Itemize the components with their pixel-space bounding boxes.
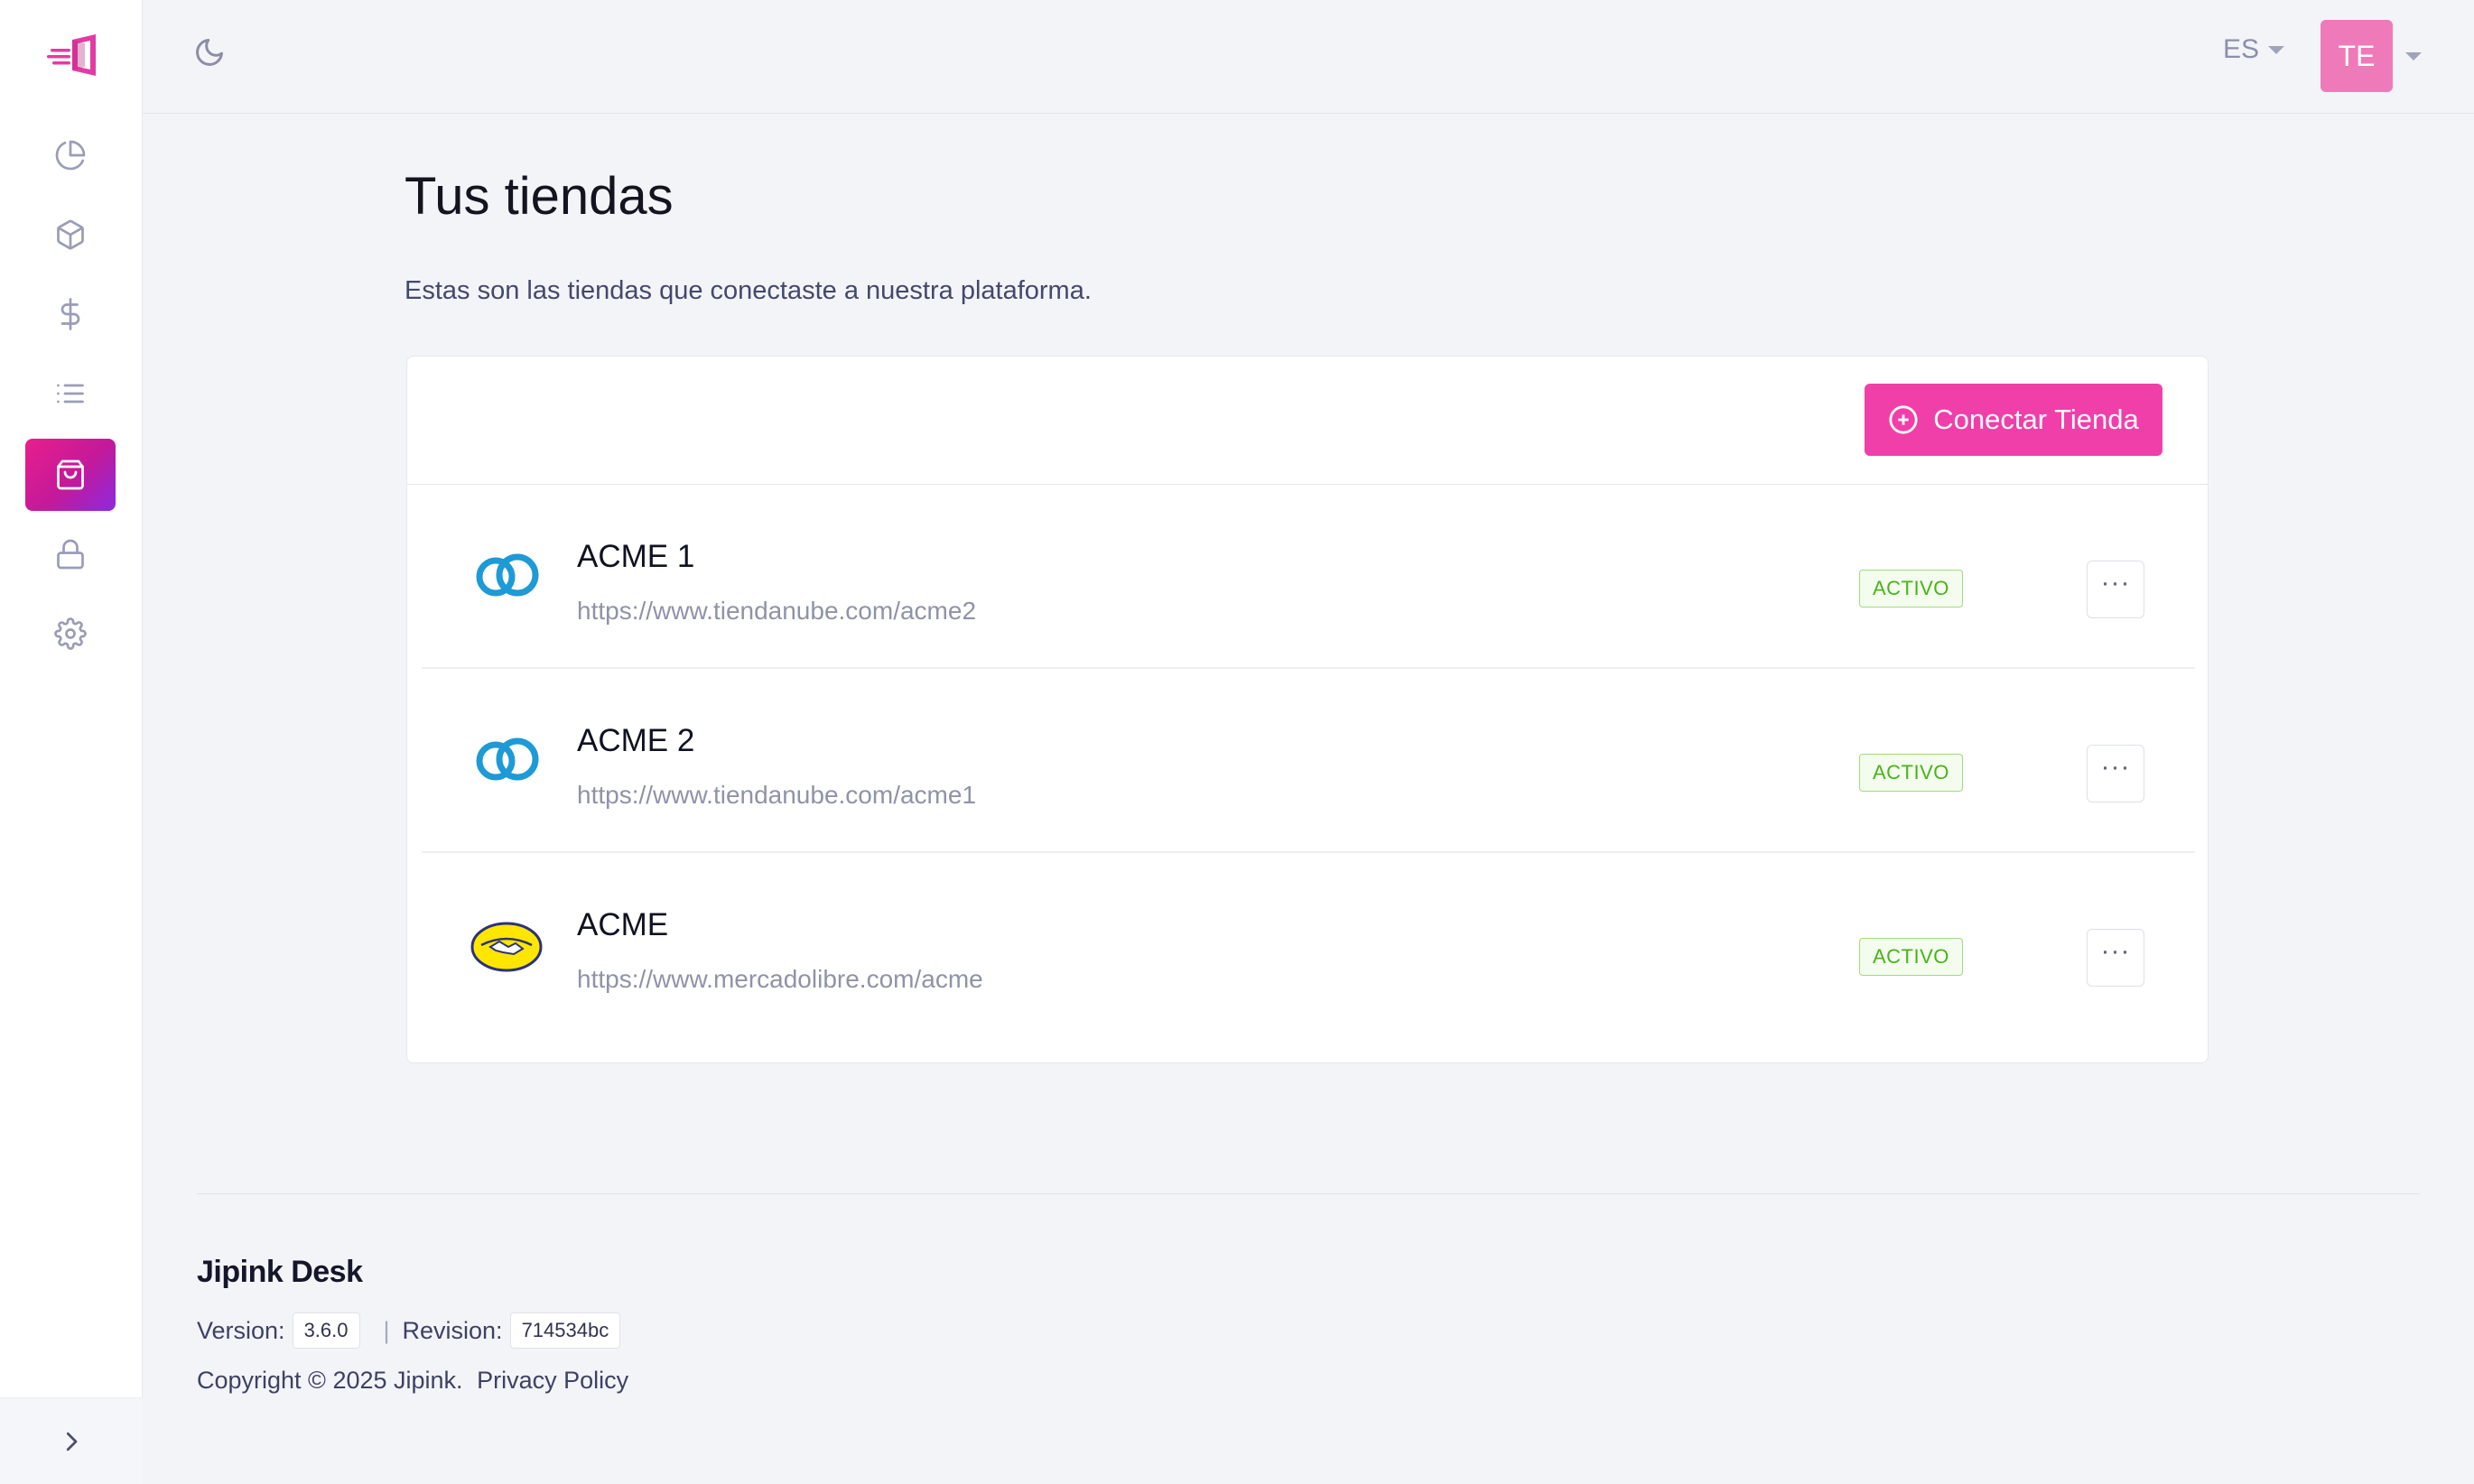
user-menu[interactable]: TE [2321,20,2422,92]
footer-brand: Jipink Desk [197,1255,363,1289]
sidebar-item-security[interactable] [25,518,116,590]
chevron-down-icon [2268,45,2284,54]
list-icon [57,384,84,403]
copyright-text: Copyright © 2025 Jipink. [197,1367,463,1394]
sidebar-item-settings[interactable] [25,598,116,670]
language-selector[interactable]: ES [2223,34,2284,65]
status-badge: ACTIVO [1859,570,1963,608]
revision-label: Revision: [402,1316,503,1344]
sidebar-item-orders[interactable] [25,357,116,430]
tiendanube-logo [469,544,544,608]
sidebar-item-dashboard[interactable] [25,119,116,191]
tiendanube-logo [469,728,544,792]
store-row[interactable]: ACME 2 https://www.tiendanube.com/acme1 … [422,669,2195,853]
chevron-down-icon [2405,51,2422,60]
version-info: Version: 3.6.0 | Revision: 714534bc [197,1312,621,1349]
chevron-right-icon [66,1432,78,1451]
gear-icon [54,617,87,650]
box-icon [57,219,84,250]
more-options-button[interactable]: ··· [2087,929,2144,987]
theme-toggle-button[interactable] [193,36,229,72]
store-name: ACME [577,907,669,942]
sidebar [0,0,143,1484]
page-title: Tus tiendas [405,167,674,226]
store-row[interactable]: ACME https://www.mercadolibre.com/acme A… [422,853,2195,1037]
top-header: ES TE [143,0,2474,114]
footer-copyright: Copyright © 2025 Jipink. Privacy Policy [197,1367,628,1395]
store-row[interactable]: ACME 1 https://www.tiendanube.com/acme2 … [422,485,2195,669]
page-subtitle: Estas son las tiendas que conectaste a n… [405,276,1092,305]
sidebar-item-products[interactable] [25,199,116,271]
dollar-icon [60,298,80,330]
stores-card: Conectar Tienda ACME 1 https://www.tiend… [406,356,2209,1063]
sidebar-item-stores[interactable] [25,439,116,511]
lock-icon [57,539,84,570]
sidebar-expand-button[interactable] [0,1397,143,1484]
avatar: TE [2321,20,2393,92]
app-logo[interactable] [45,31,108,81]
store-name: ACME 1 [577,539,695,574]
store-url: https://www.tiendanube.com/acme1 [577,781,977,809]
store-url: https://www.tiendanube.com/acme2 [577,597,977,625]
card-toolbar: Conectar Tienda [407,357,2208,485]
pie-chart-icon [55,140,86,171]
version-value: 3.6.0 [292,1312,360,1349]
store-url: https://www.mercadolibre.com/acme [577,965,983,993]
store-name: ACME 2 [577,723,695,758]
revision-value: 714534bc [509,1312,621,1349]
more-options-button[interactable]: ··· [2087,561,2144,618]
moon-icon [196,39,223,66]
status-badge: ACTIVO [1859,938,1963,976]
sidebar-item-billing[interactable] [25,278,116,350]
shopping-bag-icon [57,459,84,490]
plus-circle-icon [1889,405,1918,434]
version-label: Version: [197,1316,285,1344]
privacy-policy-link[interactable]: Privacy Policy [477,1367,628,1394]
connect-store-button[interactable]: Conectar Tienda [1865,384,2162,456]
more-options-button[interactable]: ··· [2087,745,2144,802]
connect-store-label: Conectar Tienda [1933,403,2139,435]
footer-divider [197,1193,2420,1194]
separator: | [383,1316,390,1344]
language-label: ES [2222,34,2259,64]
status-badge: ACTIVO [1859,754,1963,792]
mercadolibre-logo [469,913,544,976]
